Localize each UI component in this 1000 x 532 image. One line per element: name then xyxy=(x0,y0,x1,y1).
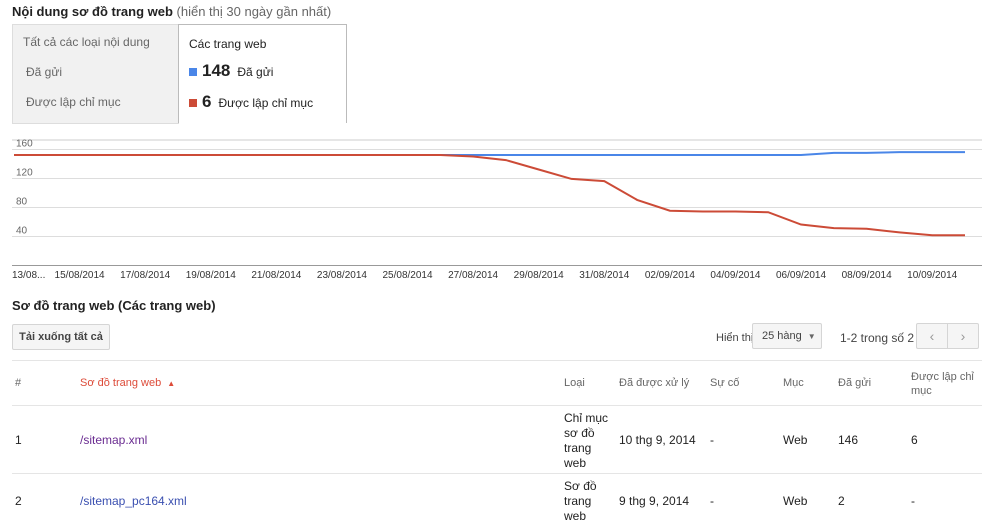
x-tick-label: 23/08/2014 xyxy=(317,270,367,281)
row-2-indexed: - xyxy=(911,494,915,508)
y-tick-label: 160 xyxy=(16,139,33,150)
page-title: Nội dung sơ đồ trang web (hiển thị 30 ng… xyxy=(12,4,331,19)
col-header-item[interactable]: Mục xyxy=(783,377,804,389)
blue-legend-square xyxy=(189,68,197,76)
col-header-indexed[interactable]: Được lập chỉ mục xyxy=(911,370,981,398)
row-2-processed: 9 thg 9, 2014 xyxy=(619,494,690,508)
y-tick-label: 40 xyxy=(16,226,28,237)
pagination-info: 1-2 trong số 2 xyxy=(840,331,915,345)
show-label: Hiển thị xyxy=(716,332,754,344)
x-tick-label: 27/08/2014 xyxy=(448,270,498,281)
sort-ascending-icon: ▲ xyxy=(167,379,176,388)
row-2-item: Web xyxy=(783,494,808,508)
col-header-sitemap[interactable]: Sơ đồ trang web ▲ xyxy=(80,377,175,389)
y-tick-label: 80 xyxy=(16,197,28,208)
chevron-right-icon: › xyxy=(960,328,966,344)
chevron-left-icon: ‹ xyxy=(929,328,935,344)
metric-indexed: 6 Được lập chỉ mục xyxy=(189,92,313,112)
row-2-sitemap-link[interactable]: /sitemap_pc164.xml xyxy=(80,494,187,508)
chevron-down-icon: ▼ xyxy=(807,331,816,341)
indexed-label: Được lập chỉ mục xyxy=(218,96,314,110)
row-2-type: Sơ đồ trang web xyxy=(564,479,597,523)
row-2-issues: - xyxy=(710,494,714,508)
row-1-indexed: 6 xyxy=(911,433,918,447)
x-tick-label: 31/08/2014 xyxy=(579,270,629,281)
x-tick-label: 25/08/2014 xyxy=(382,270,432,281)
col-header-submitted[interactable]: Đã gửi xyxy=(838,377,871,389)
row-2-submitted: 2 xyxy=(838,494,845,508)
rows-per-page-value: 25 hàng xyxy=(762,330,802,342)
x-tick-label: 29/08/2014 xyxy=(514,270,564,281)
x-tick-label: 13/08... xyxy=(12,270,45,281)
header-divider xyxy=(12,405,982,406)
x-tick-label: 21/08/2014 xyxy=(251,270,301,281)
x-tick-label: 06/09/2014 xyxy=(776,270,826,281)
x-tick-label: 15/08/2014 xyxy=(55,270,105,281)
tab-indexed[interactable]: Được lập chỉ mục xyxy=(26,95,121,109)
x-tick-label: 02/09/2014 xyxy=(645,270,695,281)
y-tick-label: 120 xyxy=(16,168,33,179)
sitemaps-section-title: Sơ đồ trang web (Các trang web) xyxy=(12,298,216,313)
submitted-count: 148 xyxy=(202,61,231,80)
metric-submitted: 148 Đã gửi xyxy=(189,61,273,81)
x-tick-label: 19/08/2014 xyxy=(186,270,236,281)
sitemap-chart: 40 80 120 160 13/08... 15/08/2014 17/08/2014 19… xyxy=(12,139,982,281)
row-1-item: Web xyxy=(783,433,808,447)
x-tick-label: 08/09/2014 xyxy=(842,270,892,281)
col-header-processed[interactable]: Đã được xử lý xyxy=(619,377,689,389)
row-1-submitted: 146 xyxy=(838,433,859,447)
red-legend-square xyxy=(189,99,197,107)
indexed-count: 6 xyxy=(202,92,212,111)
row-1-processed: 10 thg 9, 2014 xyxy=(619,433,696,447)
row-1-type: Chỉ mục sơ đồ trang web xyxy=(564,411,609,470)
row-2-number: 2 xyxy=(15,494,22,508)
page-subtitle: (hiển thị 30 ngày gần nhất) xyxy=(176,4,332,19)
download-all-button[interactable]: Tải xuống tất cả xyxy=(12,324,110,350)
row-1-issues: - xyxy=(710,433,714,447)
content-type-tabs: Tất cả các loại nội dung Đã gửi Được lập… xyxy=(12,24,179,124)
row-1-sitemap-link[interactable]: /sitemap.xml xyxy=(80,433,147,447)
col-header-number: # xyxy=(15,377,22,389)
tab-web-pages[interactable]: Các trang web 148 Đã gửi 6 Được lập chỉ … xyxy=(178,24,347,123)
submitted-label: Đã gửi xyxy=(237,65,274,79)
col-header-type[interactable]: Loại xyxy=(564,377,585,389)
col-header-issues[interactable]: Sự cố xyxy=(710,377,739,389)
previous-page-button[interactable]: ‹ xyxy=(916,323,948,349)
table-top-divider xyxy=(12,360,982,361)
series-line-indexed xyxy=(14,154,965,237)
tab-submitted[interactable]: Đã gửi xyxy=(26,65,62,79)
x-tick-label: 04/09/2014 xyxy=(710,270,760,281)
x-tick-label: 17/08/2014 xyxy=(120,270,170,281)
page-title-text: Nội dung sơ đồ trang web xyxy=(12,4,173,19)
row-1-number: 1 xyxy=(15,433,22,447)
row-divider xyxy=(12,473,982,474)
rows-per-page-select[interactable]: 25 hàng ▼ xyxy=(752,323,822,349)
col-header-sitemap-label: Sơ đồ trang web xyxy=(80,377,162,389)
tab-all-content[interactable]: Tất cả các loại nội dung xyxy=(23,35,150,49)
tab-web-pages-label: Các trang web xyxy=(189,37,267,51)
x-tick-label: 10/09/2014 xyxy=(907,270,957,281)
next-page-button[interactable]: › xyxy=(947,323,979,349)
